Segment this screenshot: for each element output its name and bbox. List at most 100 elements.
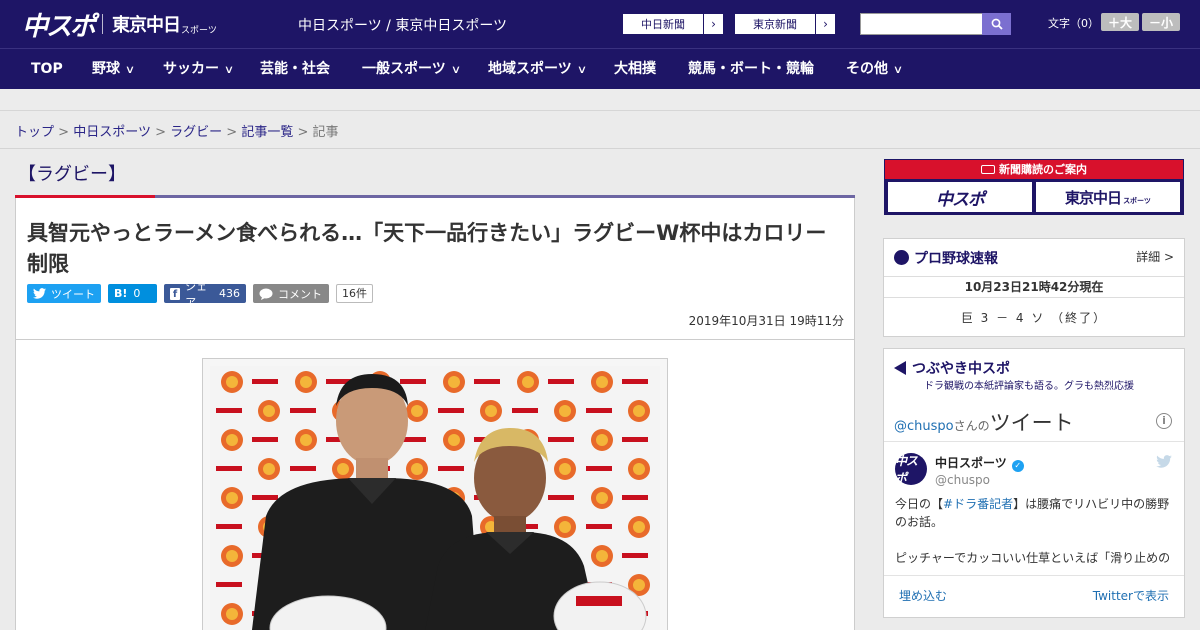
article-headline: 具智元やっとラーメン食べられる…「天下一品行きたい」ラグビーW杯中はカロリー制限 <box>27 221 827 276</box>
tokyo-chunichi-subscribe-label: 東京中日 <box>1065 188 1122 207</box>
breadcrumb-top[interactable]: トップ <box>15 125 54 140</box>
chuspo-subscribe-button[interactable]: 中スポ <box>888 182 1032 212</box>
comment-label: コメント <box>278 287 322 301</box>
top-header: 中スポ 東京中日 スポーツ 中日スポーツ / 東京中日スポーツ 中日新聞 › 東… <box>0 0 1200 48</box>
rugby-players-photo <box>210 366 660 630</box>
subscription-title: 新聞購読のご案内 <box>885 160 1183 179</box>
twitter-icon <box>33 288 46 299</box>
tokyo-chunichi-logo-text: 東京中日 <box>112 15 181 36</box>
logo-divider <box>102 14 104 34</box>
article-card: 具智元やっとラーメン食べられる…「天下一品行きたい」ラグビーW杯中はカロリー制限… <box>15 198 855 630</box>
breadcrumb-current: 記事 <box>312 125 339 140</box>
main-nav: TOP 野球 ∨ サッカー ∨ 芸能・社会 一般スポーツ ∨ 地域スポーツ ∨ 大相撲 … <box>0 48 1200 89</box>
tokyo-chunichi-subscribe-button[interactable]: 東京中日 スポーツ <box>1036 182 1180 212</box>
tweet-account-handle[interactable]: @chuspo <box>935 473 990 487</box>
baseball-title-text: プロ野球速報 <box>914 251 998 267</box>
nav-local-sports[interactable]: 地域スポーツ ∨ <box>488 49 587 89</box>
chevron-down-icon: ∨ <box>450 63 462 76</box>
nav-baseball[interactable]: 野球 ∨ <box>92 49 136 89</box>
font-smaller-button[interactable]: －小 <box>1142 13 1180 31</box>
newspaper-icon <box>981 165 995 174</box>
site-logo[interactable]: 中スポ 東京中日 スポーツ <box>22 7 217 42</box>
breadcrumb-separator: > <box>155 125 166 140</box>
article-photo-frame <box>202 358 668 630</box>
font-size-label: 文字（0） <box>1048 17 1099 30</box>
nav-label: 一般スポーツ <box>362 61 446 77</box>
baseball-details-link[interactable]: 詳細 > <box>1136 248 1174 265</box>
tweet-text-prefix: 今日の【 <box>895 497 944 511</box>
facebook-icon: f <box>170 287 181 300</box>
nav-label: 競馬・ボート・競輪 <box>688 61 814 77</box>
twitter-widget: つぶやき中スポ ドラ観戦の本紙評論家も語る。グラも熱烈応援 @chuspoさんの… <box>883 348 1185 618</box>
info-icon[interactable]: i <box>1156 413 1172 429</box>
tweet-account-name[interactable]: 中日スポーツ ✓ <box>935 454 1024 472</box>
twitter-widget-title: つぶやき中スポ <box>894 358 1010 378</box>
nav-label: 地域スポーツ <box>488 61 572 77</box>
tweet-body: 今日の【#ドラ番記者】は腰痛でリハビリ中の勝野のお話。 ピッチャーでカッコいい仕… <box>895 495 1175 567</box>
chevron-down-icon: ∨ <box>124 63 136 76</box>
breadcrumb-rugby[interactable]: ラグビー <box>170 125 222 140</box>
chuspo-subscribe-label: 中スポ <box>936 189 985 210</box>
sub-nav-strip <box>0 89 1200 111</box>
account-name-text: 中日スポーツ <box>935 456 1007 470</box>
embed-link[interactable]: 埋め込む <box>899 587 947 604</box>
baseball-datetime: 10月23日21時42分現在 <box>884 276 1184 298</box>
search-input[interactable] <box>860 13 983 35</box>
handle-suffix: さんの <box>953 419 990 433</box>
megaphone-icon <box>894 361 906 375</box>
tokyo-shimbun-link[interactable]: 東京新聞 › <box>734 13 836 35</box>
chunichi-shimbun-link[interactable]: 中日新聞 › <box>622 13 724 35</box>
tweets-by-heading: @chuspoさんのツイート <box>894 407 1074 437</box>
tweet-button[interactable]: ツイート <box>27 284 101 303</box>
avatar[interactable]: 中スポ <box>895 453 927 485</box>
chuspo-logo-text: 中スポ <box>22 11 96 42</box>
tweet-label: ツイート <box>51 287 95 301</box>
baseball-scores-title: プロ野球速報 <box>894 248 998 268</box>
site-title[interactable]: 中日スポーツ / 東京中日スポーツ <box>298 15 507 35</box>
twitter-widget-title-text: つぶやき中スポ <box>912 361 1010 377</box>
nav-entertainment[interactable]: 芸能・社会 <box>260 49 330 89</box>
facebook-share-button[interactable]: f シェア 436 <box>164 280 246 309</box>
tweet-first-line: 今日の【#ドラ番記者】は腰痛でリハビリ中の勝野のお話。 <box>895 495 1175 531</box>
divider <box>16 339 854 340</box>
nav-other[interactable]: その他 ∨ <box>846 49 904 89</box>
facebook-share-label: シェア <box>185 279 208 309</box>
nav-keiba[interactable]: 競馬・ボート・競輪 <box>688 49 814 89</box>
search-button[interactable] <box>982 13 1011 35</box>
chevron-down-icon: ∨ <box>892 63 904 76</box>
hatena-bookmark-button[interactable]: B! 0 <box>108 284 157 303</box>
subscription-banner: 新聞購読のご案内 中スポ 東京中日 スポーツ <box>884 159 1184 215</box>
chevron-right-icon: › <box>815 14 835 34</box>
baseball-icon <box>894 250 909 265</box>
facebook-share-count: 436 <box>219 287 240 300</box>
tweet-hashtag-link[interactable]: #ドラ番記者 <box>943 497 1013 511</box>
hatena-count: 0 <box>133 287 141 300</box>
chevron-down-icon: ∨ <box>223 63 235 76</box>
article-photo[interactable] <box>210 366 660 630</box>
nav-label: 野球 <box>92 61 120 77</box>
nav-label: 大相撲 <box>614 61 656 77</box>
breadcrumb-separator: > <box>58 125 70 140</box>
view-on-twitter-link[interactable]: Twitterで表示 <box>1093 587 1169 604</box>
breadcrumb-chunichi-sports[interactable]: 中日スポーツ <box>73 125 151 140</box>
published-date: 2019年10月31日 19時11分 <box>688 314 844 328</box>
tweets-label: ツイート <box>989 411 1074 435</box>
chevron-right-icon: › <box>703 14 723 34</box>
comment-count[interactable]: 16件 <box>336 284 373 303</box>
divider <box>0 148 1200 149</box>
comment-button[interactable]: コメント <box>253 284 329 303</box>
nav-general-sports[interactable]: 一般スポーツ ∨ <box>362 49 462 89</box>
verified-badge-icon: ✓ <box>1011 460 1024 472</box>
nav-sumo[interactable]: 大相撲 <box>614 49 656 89</box>
twitter-bird-icon[interactable] <box>1156 455 1172 468</box>
speech-bubble-icon <box>259 288 273 300</box>
baseball-score[interactable]: 巨 3 － 4 ソ （終了） <box>884 309 1184 326</box>
chunichi-shimbun-label: 中日新聞 <box>641 18 685 31</box>
tweet-second-paragraph: ピッチャーでカッコいい仕草といえば「滑り止めの <box>895 551 1171 565</box>
twitter-widget-subtitle: ドラ観戦の本紙評論家も語る。グラも熱烈応援 <box>924 381 1134 392</box>
breadcrumb-article-list[interactable]: 記事一覧 <box>241 125 293 140</box>
font-larger-button[interactable]: ＋大 <box>1101 13 1139 31</box>
twitter-handle-link[interactable]: @chuspo <box>894 419 954 434</box>
nav-top[interactable]: TOP <box>31 49 63 89</box>
nav-soccer[interactable]: サッカー ∨ <box>163 49 235 89</box>
